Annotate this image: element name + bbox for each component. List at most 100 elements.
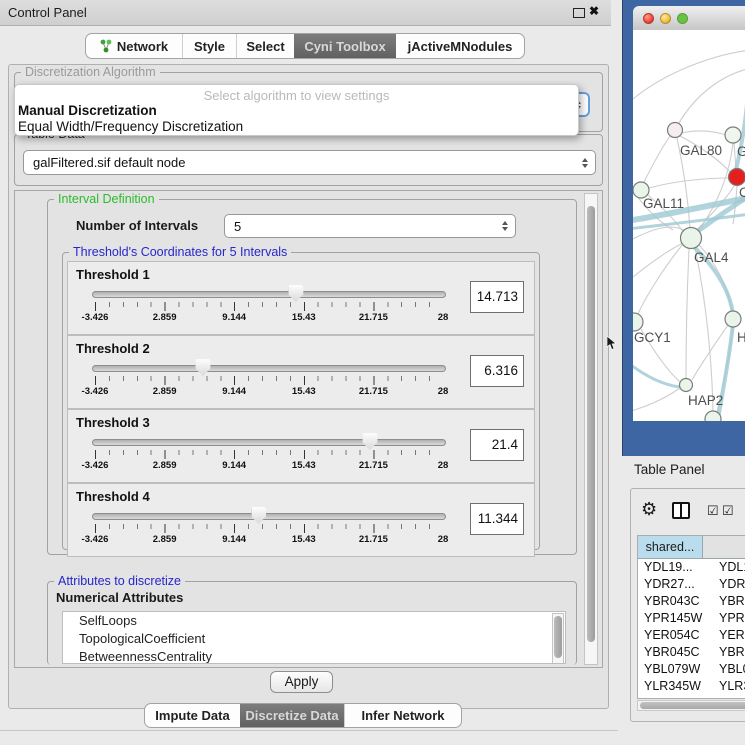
table-row[interactable]: YER054C YER0	[638, 627, 745, 644]
gear-icon[interactable]: ⚙	[641, 500, 657, 518]
threshold-slider[interactable]: -3.426 2.859 9.144 15.43 21.715 28	[92, 289, 446, 323]
cell[interactable]: YDL1	[702, 559, 745, 576]
tab-network-label: Network	[117, 39, 168, 54]
spinner-icon	[582, 158, 588, 168]
cell[interactable]: YBL0	[702, 661, 745, 678]
threshold-slider[interactable]: -3.426 2.859 9.144 15.43 21.715 28	[92, 437, 446, 471]
threshold-value-field[interactable]: 21.4	[470, 429, 524, 461]
network-node-selected[interactable]	[729, 169, 745, 186]
settings-scrollbar[interactable]	[584, 193, 598, 665]
threshold-value-field[interactable]: 14.713	[470, 281, 524, 313]
cell[interactable]: YIL0	[702, 695, 745, 699]
table-row[interactable]: YBR043C YBR0	[638, 593, 745, 610]
top-tabbar: Network Style Select Cyni Toolbox jActiv…	[85, 33, 525, 59]
cell[interactable]: YBL079W	[638, 661, 702, 678]
minimize-traffic-light[interactable]	[660, 13, 671, 24]
slider-track[interactable]	[92, 513, 446, 520]
network-window-titlebar[interactable]	[633, 6, 745, 31]
cell[interactable]: YPR145W	[638, 610, 702, 627]
threshold-value-field[interactable]: 11.344	[470, 503, 524, 535]
cell[interactable]: YDR27...	[638, 576, 702, 593]
tick-label: -3.426	[82, 460, 109, 471]
table-row[interactable]: YPR145W YPR1	[638, 610, 745, 627]
cell[interactable]: YDR2	[702, 576, 745, 593]
cell[interactable]: YDL19...	[638, 559, 702, 576]
threshold-slider[interactable]: -3.426 2.859 9.144 15.43 21.715 28	[92, 511, 446, 545]
slider-track[interactable]	[92, 439, 446, 446]
slider-track[interactable]	[92, 365, 446, 372]
network-node[interactable]	[633, 313, 643, 331]
cell[interactable]: YPR1	[702, 610, 745, 627]
mouse-cursor	[607, 336, 618, 351]
cell[interactable]: YBR0	[702, 644, 745, 661]
tab-impute-data[interactable]: Impute Data	[145, 704, 240, 727]
network-node[interactable]	[668, 123, 683, 138]
slider-tick-labels: -3.426 2.859 9.144 15.43 21.715 28	[95, 534, 443, 545]
dropdown-option-equal-width[interactable]: Equal Width/Frequency Discretization	[18, 119, 243, 134]
tab-infer-network[interactable]: Infer Network	[344, 704, 461, 727]
slider-track[interactable]	[92, 291, 446, 298]
tick-label: 9.144	[222, 460, 246, 471]
list-item[interactable]: TopologicalCoefficient	[63, 630, 565, 648]
columns-icon[interactable]	[672, 502, 690, 519]
tab-style[interactable]: Style	[182, 34, 236, 58]
network-node[interactable]	[680, 379, 693, 392]
cell[interactable]: YBR043C	[638, 593, 702, 610]
close-icon[interactable]: ✖	[589, 4, 599, 18]
table-hscrollbar[interactable]	[637, 700, 745, 711]
tab-jactivemnodules[interactable]: jActiveMNodules	[396, 34, 524, 58]
tick-label: 9.144	[222, 312, 246, 323]
slider-knob[interactable]	[195, 359, 210, 376]
list-scrollbar[interactable]	[552, 613, 564, 664]
close-traffic-light[interactable]	[643, 13, 654, 24]
cell[interactable]: YBR045C	[638, 644, 702, 661]
cell[interactable]: YBR0	[702, 593, 745, 610]
slider-knob[interactable]	[288, 285, 303, 302]
table-data-combo[interactable]: galFiltered.sif default node	[23, 150, 596, 175]
zoom-traffic-light[interactable]	[677, 13, 688, 24]
list-item[interactable]: BetweennessCentrality	[63, 648, 565, 664]
cell[interactable]: YLR345W	[638, 678, 702, 695]
tab-discretize-data[interactable]: Discretize Data	[240, 704, 344, 727]
network-node[interactable]	[725, 127, 741, 143]
algorithm-dropdown-popup: Select algorithm to view settings Manual…	[14, 84, 579, 136]
network-canvas[interactable]: GAL80 GA C GAL11 GAL4 GCY1 H HAP2	[633, 30, 745, 421]
node-label: C	[739, 185, 745, 200]
threshold-value-field[interactable]: 6.316	[470, 355, 524, 387]
tab-select[interactable]: Select	[236, 34, 294, 58]
apply-button[interactable]: Apply	[270, 671, 333, 693]
checkbox-icon[interactable]: ☑	[707, 503, 719, 519]
network-node[interactable]	[725, 311, 741, 327]
threshold-panel-1: Threshold 1 -3.426 2.859 9.144 15.43 21.…	[67, 261, 535, 335]
dropdown-option-manual[interactable]: Manual Discretization	[18, 103, 157, 118]
slider-knob[interactable]	[251, 507, 266, 524]
tab-network[interactable]: Network	[86, 34, 182, 58]
slider-knob[interactable]	[362, 433, 377, 450]
table-row[interactable]: YBL079W YBL0	[638, 661, 745, 678]
column-header-name[interactable]: n	[703, 536, 745, 558]
list-item[interactable]: SelfLoops	[63, 612, 565, 630]
tick-label: 21.715	[359, 534, 388, 545]
table-row[interactable]: YDR27... YDR2	[638, 576, 745, 593]
cell[interactable]: YER054C	[638, 627, 702, 644]
threshold-slider[interactable]: -3.426 2.859 9.144 15.43 21.715 28	[92, 363, 446, 397]
cell[interactable]: YER0	[702, 627, 745, 644]
cell[interactable]: YLR3	[702, 678, 745, 695]
table-row[interactable]: YLR345W YLR3	[638, 678, 745, 695]
table-row[interactable]: YIL052C YIL0	[638, 695, 745, 699]
checkbox-icon[interactable]: ☑	[722, 503, 734, 519]
cell[interactable]: YIL052C	[638, 695, 702, 699]
float-window-button[interactable]	[573, 8, 585, 18]
node-label: GAL4	[694, 250, 729, 265]
table-row[interactable]: YBR045C YBR0	[638, 644, 745, 661]
network-node[interactable]	[681, 228, 702, 249]
table-row[interactable]: YDL19... YDL1	[638, 559, 745, 576]
tick-label: 28	[438, 312, 449, 323]
attributes-list[interactable]: SelfLoops TopologicalCoefficient Between…	[62, 611, 566, 664]
num-intervals-combo[interactable]: 5	[224, 214, 516, 238]
column-header-shared-name[interactable]: shared...	[638, 536, 703, 558]
network-node[interactable]	[705, 411, 721, 421]
threshold-panel-3: Threshold 3 -3.426 2.859 9.144 15.43 21.…	[67, 409, 535, 483]
tick-label: -3.426	[82, 386, 109, 397]
tab-cyni-toolbox[interactable]: Cyni Toolbox	[294, 34, 396, 58]
